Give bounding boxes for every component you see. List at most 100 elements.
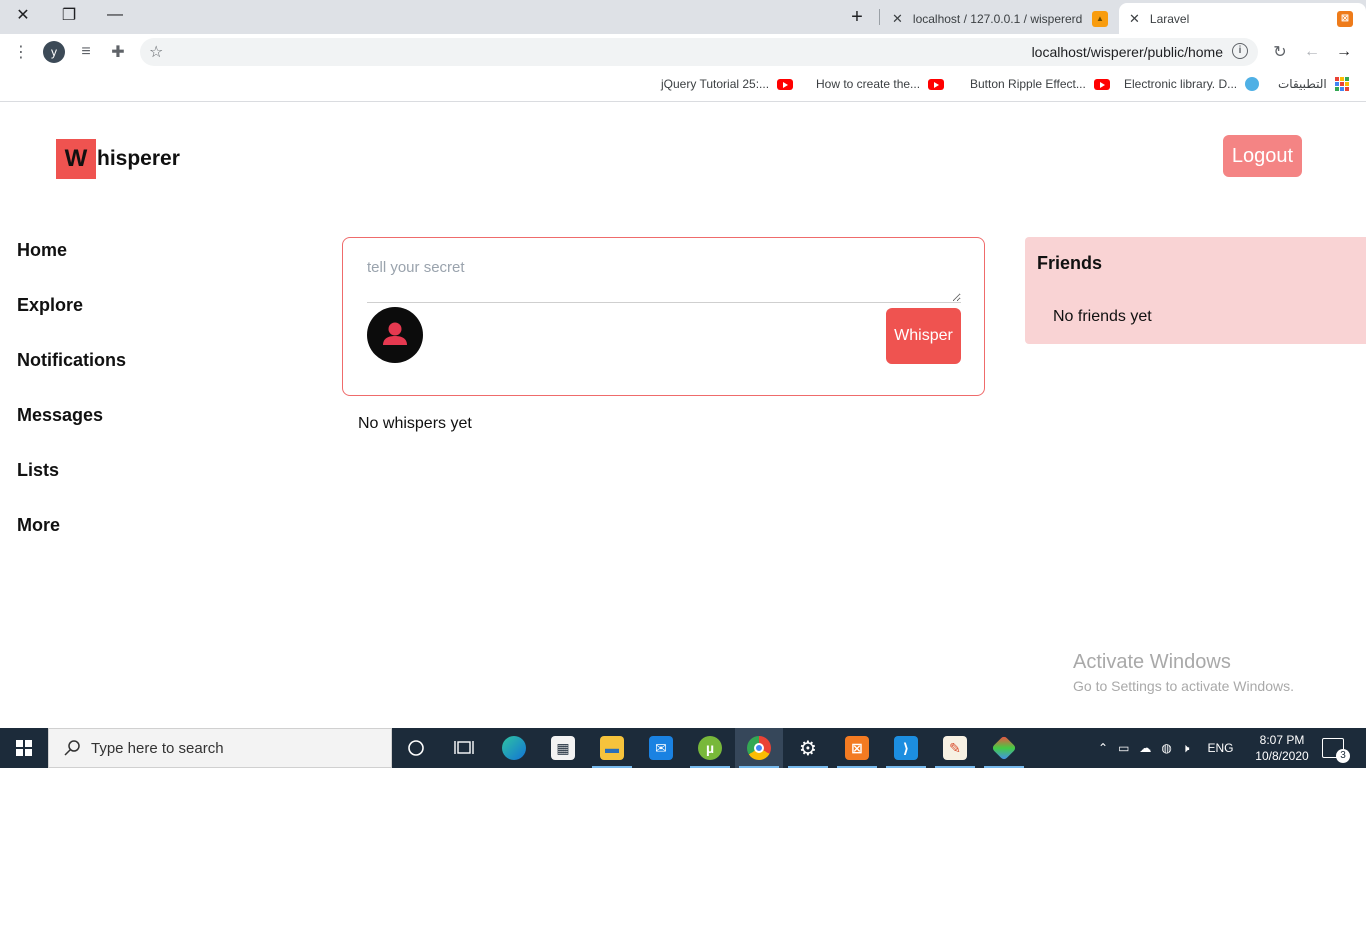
tab-phpmyadmin[interactable]: ✕ localhost / 127.0.0.1 / wispererdb ▲ — [882, 3, 1118, 34]
running-indicator — [592, 766, 632, 768]
taskbar-store[interactable]: ▦ — [539, 728, 587, 768]
bookmark-star-icon[interactable]: ☆ — [149, 42, 163, 62]
start-button[interactable] — [0, 728, 48, 768]
action-center-icon[interactable]: 3 — [1322, 738, 1350, 763]
media-queue-icon[interactable]: ≡ — [74, 40, 98, 64]
tab-title: Laravel — [1149, 11, 1190, 26]
vscode-icon: ⟩ — [894, 736, 918, 760]
site-info-icon[interactable]: i — [1232, 43, 1248, 59]
chevron-up-icon[interactable]: ⌃ — [1098, 741, 1108, 755]
reload-icon[interactable]: ↻ — [1268, 40, 1292, 64]
edge-icon — [502, 736, 526, 760]
friends-panel: Friends No friends yet — [1025, 237, 1366, 344]
xampp-icon: ⊠ — [845, 736, 869, 760]
apps-icon — [1334, 77, 1349, 91]
taskbar-utorrent[interactable]: µ — [686, 728, 734, 768]
cortana-button[interactable] — [392, 728, 440, 768]
windows-taskbar: Type here to search ▦ ▬ ✉ µ ⚙ ⊠ ⟩ ✎ ⌃ ▭ … — [0, 728, 1366, 768]
diamond-app-icon — [991, 735, 1017, 761]
activate-windows-watermark: Activate Windows Go to Settings to activ… — [1073, 651, 1294, 694]
url-text: localhost/wisperer/public/home — [1031, 44, 1223, 60]
nav-item-more[interactable]: More — [17, 515, 126, 570]
nav-item-notifications[interactable]: Notifications — [17, 350, 126, 405]
phpmyadmin-icon: ▲ — [1092, 10, 1108, 27]
system-clock[interactable]: 8:07 PM 10/8/2020 — [1252, 732, 1312, 764]
store-icon: ▦ — [551, 736, 575, 760]
battery-icon[interactable]: ▭ — [1118, 741, 1129, 755]
cortana-icon — [408, 740, 424, 756]
task-view-icon — [454, 741, 474, 754]
watermark-line2: Go to Settings to activate Windows. — [1073, 678, 1294, 694]
bookmark-label: How to create the... — [816, 77, 921, 91]
bookmarks-bar: jQuery Tutorial 25:... How to create the… — [0, 70, 1366, 102]
back-arrow-icon[interactable]: ← — [1300, 40, 1324, 64]
youtube-icon — [777, 78, 794, 90]
watermark-line1: Activate Windows — [1073, 651, 1231, 673]
logo-text: hisperer — [97, 147, 180, 170]
logout-button[interactable]: Logout — [1223, 135, 1302, 177]
bookmark-label: Electronic library. D... — [1124, 77, 1238, 91]
friends-empty-text: No friends yet — [1053, 308, 1152, 325]
bookmark-item[interactable]: Button Ripple Effect... — [970, 77, 1110, 91]
laravel-icon: ⊠ — [1336, 10, 1353, 27]
bookmark-item[interactable]: How to create the... — [816, 77, 945, 91]
whisper-button[interactable]: Whisper — [886, 308, 961, 364]
notification-count: 3 — [1336, 749, 1350, 763]
youtube-icon — [1093, 78, 1110, 90]
forward-arrow-icon[interactable]: → — [1332, 40, 1356, 64]
tab-separator — [879, 9, 880, 25]
task-view-button[interactable] — [440, 728, 488, 768]
bookmark-item[interactable]: jQuery Tutorial 25:... — [661, 77, 794, 91]
bookmark-item[interactable]: Electronic library. D... — [1124, 77, 1260, 91]
close-tab-icon[interactable]: ✕ — [1129, 11, 1140, 27]
screen: ✕ ❐ — + ✕ localhost / 127.0.0.1 / wisper… — [0, 0, 1366, 941]
profile-avatar[interactable]: y — [43, 41, 65, 63]
user-avatar — [367, 307, 423, 363]
taskbar-search-box[interactable]: Type here to search — [48, 728, 392, 768]
taskbar-vscode[interactable]: ⟩ — [882, 728, 930, 768]
taskbar-app-diamond[interactable] — [980, 728, 1028, 768]
nav-item-lists[interactable]: Lists — [17, 460, 126, 515]
extensions-icon[interactable]: ✚ — [106, 40, 130, 64]
close-tab-icon[interactable]: ✕ — [892, 11, 903, 27]
nav-item-home[interactable]: Home — [17, 240, 126, 295]
close-window-icon[interactable]: ✕ — [0, 0, 46, 30]
friends-title: Friends — [1037, 253, 1103, 273]
taskbar-mail[interactable]: ✉ — [637, 728, 685, 768]
volume-icon[interactable]: 🕨 — [1182, 741, 1190, 756]
search-icon — [64, 740, 80, 756]
taskbar-file-explorer[interactable]: ▬ — [588, 728, 636, 768]
clock-date: 10/8/2020 — [1255, 749, 1309, 763]
windows-logo-icon — [16, 740, 32, 756]
running-indicator — [935, 766, 975, 768]
nav-item-explore[interactable]: Explore — [17, 295, 126, 350]
user-icon — [383, 322, 407, 345]
taskbar-xampp[interactable]: ⊠ — [833, 728, 881, 768]
utorrent-icon: µ — [698, 736, 722, 760]
bookmark-label: التطبيقات — [1278, 77, 1327, 91]
taskbar-chrome[interactable] — [735, 728, 783, 768]
app-logo[interactable]: W hisperer — [56, 139, 180, 179]
system-tray: ⌃ ▭ ☁ ◍ 🕨 ENG — [1098, 728, 1233, 768]
browser-tabstrip: ✕ ❐ — + ✕ localhost / 127.0.0.1 / wisper… — [0, 0, 1366, 34]
menu-kebab-icon[interactable]: ⋮ — [9, 40, 33, 64]
taskbar-edge[interactable] — [490, 728, 538, 768]
globe-icon — [1245, 77, 1260, 91]
bookmark-label: jQuery Tutorial 25:... — [661, 77, 770, 91]
tab-laravel[interactable]: ✕ Laravel ⊠ — [1119, 3, 1366, 34]
minimize-window-icon[interactable]: — — [92, 0, 138, 30]
bookmark-apps[interactable]: التطبيقات — [1278, 77, 1349, 91]
address-bar[interactable]: ☆ localhost/wisperer/public/home i — [140, 38, 1258, 66]
clock-time: 8:07 PM — [1259, 733, 1305, 747]
nav-item-messages[interactable]: Messages — [17, 405, 126, 460]
onedrive-icon[interactable]: ☁ — [1139, 741, 1151, 755]
restore-window-icon[interactable]: ❐ — [46, 0, 92, 30]
network-icon[interactable]: ◍ — [1161, 741, 1171, 755]
logo-mark: W — [56, 139, 96, 179]
language-indicator[interactable]: ENG — [1207, 741, 1233, 755]
secret-input[interactable] — [367, 252, 961, 303]
taskbar-paint[interactable]: ✎ — [931, 728, 979, 768]
running-indicator — [837, 766, 877, 768]
taskbar-settings[interactable]: ⚙ — [784, 728, 832, 768]
new-tab-icon[interactable]: + — [846, 6, 868, 28]
